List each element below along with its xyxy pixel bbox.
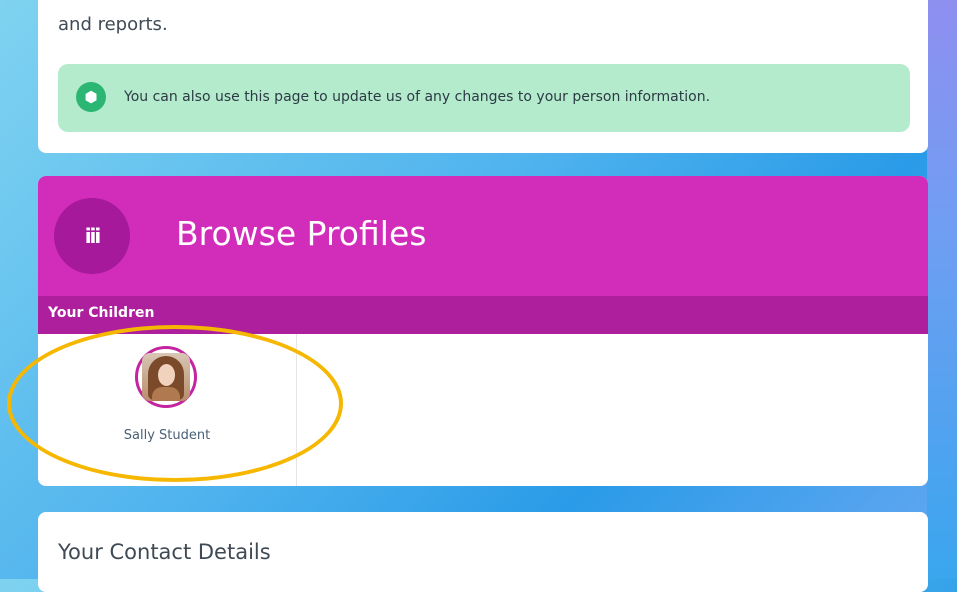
contact-title: Your Contact Details xyxy=(58,540,271,564)
cube-icon: ⬢ xyxy=(76,82,106,112)
info-card: and reports. ⬢ You can also use this pag… xyxy=(38,0,928,153)
page-title: Browse Profiles xyxy=(176,214,427,253)
people-group-icon: iii xyxy=(54,198,130,274)
background-edge xyxy=(927,0,957,579)
student-photo xyxy=(142,353,190,401)
notice-banner: ⬢ You can also use this page to update u… xyxy=(58,64,910,132)
notice-text: You can also use this page to update us … xyxy=(124,89,711,105)
section-label: Your Children xyxy=(48,305,155,321)
section-header: Your Children xyxy=(38,296,928,334)
contact-details-card: Your Contact Details xyxy=(38,512,928,592)
child-name[interactable]: Sally Student xyxy=(38,428,296,443)
browse-profiles-card: iii Browse Profiles Your Children Sally … xyxy=(38,176,928,486)
child-profile-tile[interactable]: Sally Student xyxy=(38,334,297,486)
intro-text: and reports. xyxy=(58,14,168,35)
avatar[interactable] xyxy=(135,346,197,408)
profiles-header: iii Browse Profiles xyxy=(38,176,928,296)
